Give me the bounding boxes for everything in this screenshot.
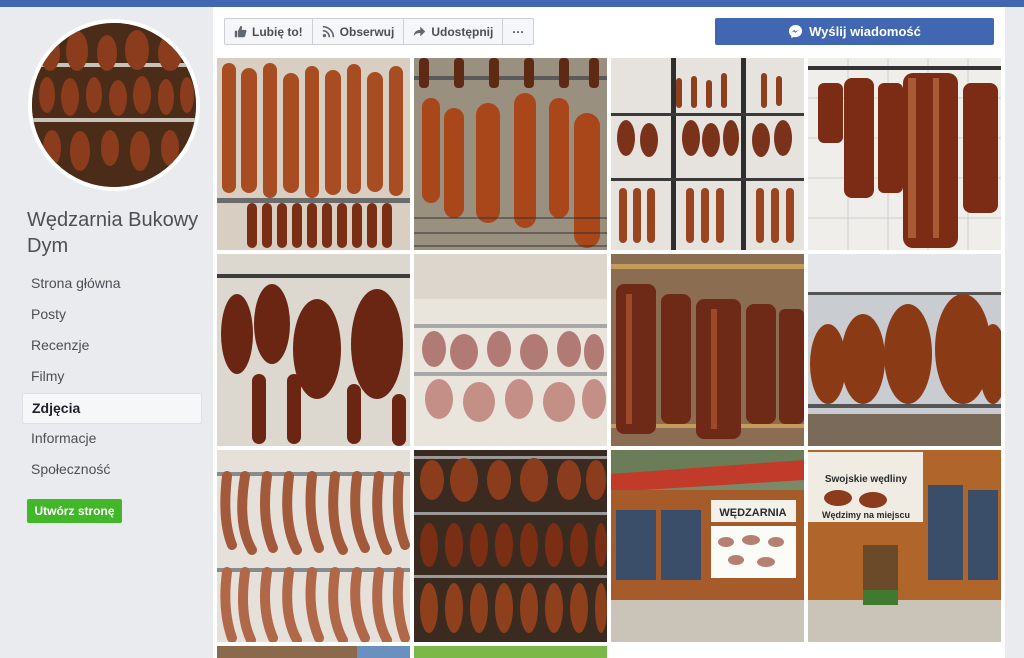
share-arrow-icon (414, 26, 426, 37)
page-title[interactable]: Wędzarnia Bukowy Dym (27, 207, 207, 259)
bacon-photo (808, 58, 1001, 250)
sidebar-item-reviews[interactable]: Recenzje (22, 331, 202, 362)
more-icon: ··· (512, 24, 525, 39)
rss-icon (322, 25, 334, 38)
photo-thumbnail[interactable] (414, 58, 607, 250)
shop-front-photo: WĘDZARNIA (611, 450, 804, 642)
photo-thumbnail[interactable] (808, 58, 1001, 250)
partial-photo (414, 646, 607, 658)
sidebar-item-community[interactable]: Społeczność (22, 455, 202, 486)
photo-thumbnail[interactable] (217, 254, 410, 446)
sidebar-item-posts[interactable]: Posty (22, 300, 202, 331)
page-sidebar: Wędzarnia Bukowy Dym Strona główna Posty… (0, 7, 212, 658)
messenger-icon (789, 24, 803, 39)
photo-thumbnail[interactable] (217, 58, 410, 250)
smoking-rack-photo (414, 450, 607, 642)
page-profile-picture[interactable] (28, 19, 200, 191)
photo-thumbnail[interactable] (414, 254, 607, 446)
shop-front-photo: Swojskie wędliny Wędzimy na miejscu (808, 450, 1001, 642)
sidebar-item-videos[interactable]: Filmy (22, 362, 202, 393)
photo-thumbnail[interactable]: WĘDZARNIA (611, 450, 804, 642)
photo-thumbnail[interactable] (611, 58, 804, 250)
follow-label: Obserwuj (339, 24, 395, 39)
photo-thumbnail[interactable]: Swojskie wędliny Wędzimy na miejscu (808, 450, 1001, 642)
share-label: Udostępnij (431, 24, 494, 39)
sidebar-item-about[interactable]: Informacje (22, 424, 202, 455)
shop-sign-text: WĘDZARNIA (719, 507, 786, 519)
banner-top-text: Swojskie wędliny (825, 474, 908, 485)
page-scrollbar[interactable] (1005, 7, 1024, 658)
top-navigation-bar (0, 0, 1024, 7)
sidebar-item-photos[interactable]: Zdjęcia (22, 393, 202, 424)
share-button[interactable]: Udostępnij (404, 19, 504, 44)
raw-meat-photo (414, 254, 607, 446)
sausages-photo (414, 58, 607, 250)
photo-thumbnail[interactable] (414, 646, 607, 658)
sausages-photo (217, 58, 410, 250)
photos-content: Lubię to! Obserwuj Udostępnij ··· Wyślij… (213, 7, 1005, 658)
bacon-photo (611, 254, 804, 446)
profile-picture-image (32, 23, 196, 187)
banner-bottom-text: Wędzimy na miejscu (822, 510, 910, 520)
like-label: Lubię to! (252, 24, 303, 39)
photo-thumbnail[interactable] (808, 254, 1001, 446)
photo-thumbnail[interactable] (217, 450, 410, 642)
photo-thumbnail[interactable] (611, 254, 804, 446)
sidebar-item-home[interactable]: Strona główna (22, 269, 202, 300)
partial-photo (217, 646, 410, 658)
like-button[interactable]: Lubię to! (225, 19, 313, 44)
page-navigation: Strona główna Posty Recenzje Filmy Zdjęc… (22, 269, 202, 486)
sausage-loops-photo (217, 450, 410, 642)
hams-photo (808, 254, 1001, 446)
more-options-button[interactable]: ··· (503, 19, 533, 44)
send-message-label: Wyślij wiadomość (809, 24, 921, 39)
send-message-button[interactable]: Wyślij wiadomość (715, 18, 994, 45)
page-action-bar: Lubię to! Obserwuj Udostępnij ··· (224, 18, 535, 45)
smoking-rack-photo (611, 58, 804, 250)
hams-photo (217, 254, 410, 446)
photo-thumbnail[interactable] (414, 450, 607, 642)
thumbs-up-icon (234, 25, 247, 38)
follow-button[interactable]: Obserwuj (313, 19, 405, 44)
photo-thumbnail[interactable] (217, 646, 410, 658)
create-page-button[interactable]: Utwórz stronę (27, 499, 122, 523)
